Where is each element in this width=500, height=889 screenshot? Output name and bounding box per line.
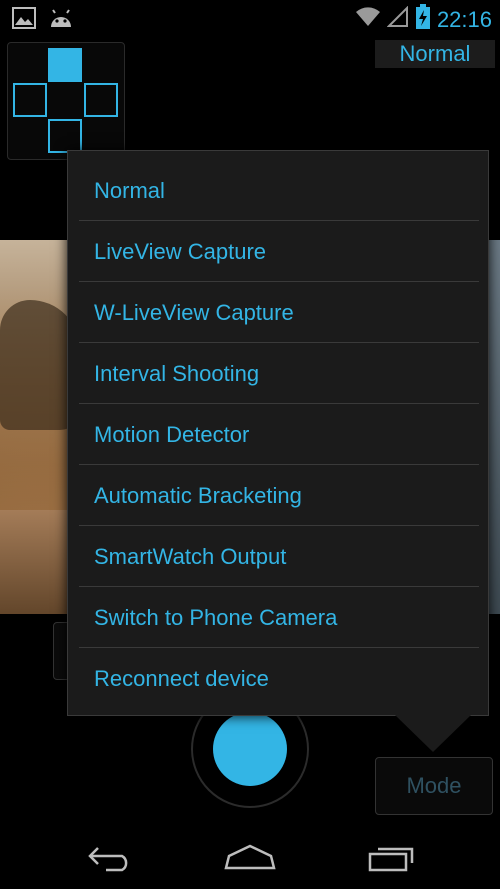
current-mode-label: Normal [375, 40, 495, 68]
dpad-right-button[interactable] [84, 83, 118, 117]
menu-item-smartwatch-output[interactable]: SmartWatch Output [79, 527, 479, 587]
back-icon[interactable] [80, 833, 140, 883]
preview-edge [488, 240, 500, 614]
dpad-down-button[interactable] [48, 119, 82, 153]
gallery-notification-icon [12, 7, 36, 34]
dpad-up-button[interactable] [48, 48, 82, 82]
menu-item-automatic-bracketing[interactable]: Automatic Bracketing [79, 466, 479, 526]
menu-item-reconnect-device[interactable]: Reconnect device [79, 649, 479, 709]
navigation-bar [0, 825, 500, 889]
menu-pointer-arrow [395, 715, 471, 752]
wifi-icon [355, 6, 381, 33]
menu-item-liveview-capture[interactable]: LiveView Capture [79, 222, 479, 282]
status-clock: 22:16 [436, 6, 492, 32]
signal-icon [386, 5, 409, 33]
menu-item-switch-to-phone-camera[interactable]: Switch to Phone Camera [79, 588, 479, 648]
menu-item-interval-shooting[interactable]: Interval Shooting [79, 344, 479, 404]
menu-item-w-liveview-capture[interactable]: W-LiveView Capture [79, 283, 479, 343]
system-status-icons: 22:16 [355, 4, 492, 35]
mode-menu: Normal LiveView Capture W-LiveView Captu… [67, 150, 489, 716]
android-notification-icon [48, 7, 74, 34]
battery-charging-icon [415, 4, 431, 35]
dpad-left-button[interactable] [13, 83, 47, 117]
shutter-button[interactable] [213, 712, 287, 786]
dpad-control [7, 42, 125, 160]
recents-icon[interactable] [360, 833, 420, 883]
notification-icons [12, 7, 74, 34]
home-icon[interactable] [220, 833, 280, 883]
status-bar: 22:16 [0, 0, 500, 36]
mode-button[interactable]: Mode [375, 757, 493, 815]
menu-item-motion-detector[interactable]: Motion Detector [79, 405, 479, 465]
menu-item-normal[interactable]: Normal [79, 161, 479, 221]
